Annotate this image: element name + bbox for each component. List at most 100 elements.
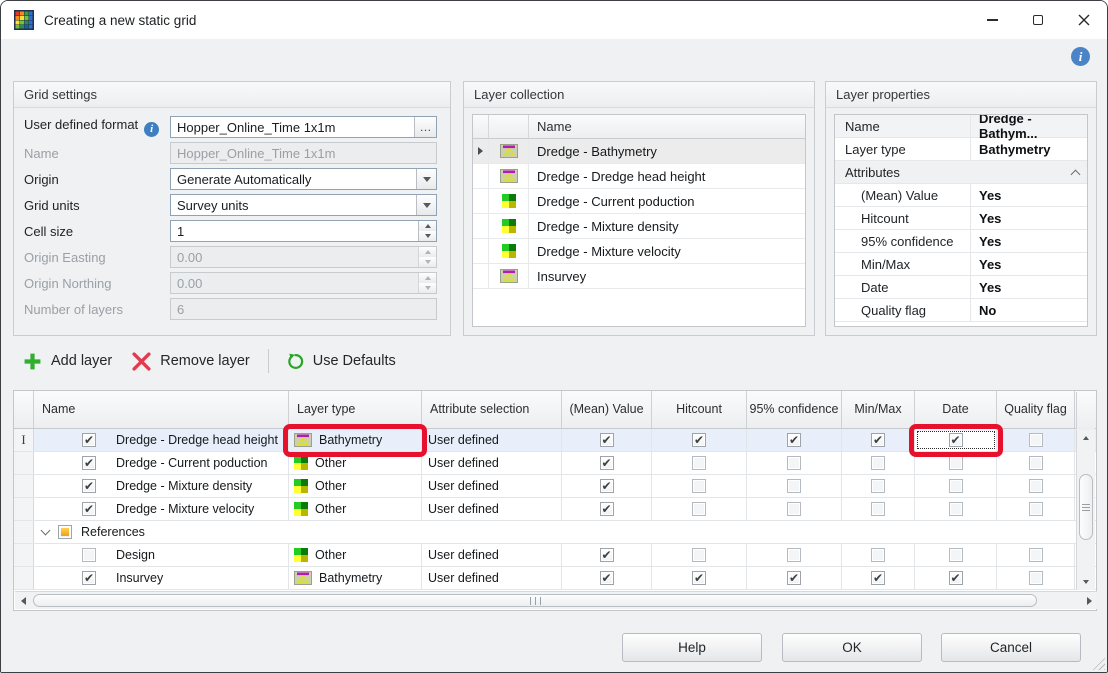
name-cell[interactable]: Design	[34, 544, 289, 566]
attr-checkbox-cell[interactable]: ✔	[562, 475, 652, 497]
checkbox-checked[interactable]: ✔	[82, 479, 96, 493]
checkbox-checked[interactable]: ✔	[949, 433, 963, 447]
attr-checkbox-cell[interactable]	[997, 567, 1075, 589]
table-row[interactable]: DesignOtherUser defined✔	[14, 544, 1096, 567]
attr-checkbox-cell[interactable]	[842, 452, 915, 474]
attr-checkbox-cell[interactable]: ✔	[562, 452, 652, 474]
attribute-selection-cell[interactable]: User defined	[422, 498, 562, 520]
cell-size-field[interactable]: 1	[170, 220, 437, 242]
field-info-icon[interactable]: i	[144, 122, 159, 137]
column-header-attribute-selection[interactable]: Attribute selection	[422, 391, 562, 428]
scroll-down-button[interactable]	[1077, 574, 1095, 590]
table-row[interactable]: References	[14, 521, 1096, 544]
attr-checkbox-cell[interactable]	[915, 498, 997, 520]
attr-checkbox-cell[interactable]	[652, 475, 747, 497]
scroll-up-button[interactable]	[1077, 430, 1095, 446]
attr-checkbox-cell[interactable]	[842, 498, 915, 520]
checkbox-checked[interactable]: ✔	[787, 433, 801, 447]
layer-collection-row[interactable]: Dredge - Mixture velocity	[473, 239, 805, 264]
info-icon[interactable]: i	[1071, 47, 1090, 66]
checkbox-partial[interactable]	[58, 525, 72, 539]
attr-checkbox-cell[interactable]	[915, 544, 997, 566]
minimize-button[interactable]	[969, 1, 1015, 39]
spin-down-button[interactable]	[419, 231, 436, 241]
name-cell[interactable]: ✔Dredge - Mixture velocity	[34, 498, 289, 520]
remove-layer-button[interactable]: Remove layer	[122, 348, 259, 375]
user-defined-format-field[interactable]: Hopper_Online_Time 1x1m…	[170, 116, 437, 138]
checkbox-checked[interactable]: ✔	[871, 571, 885, 585]
attr-checkbox-cell[interactable]	[652, 498, 747, 520]
checkbox-checked[interactable]: ✔	[600, 479, 614, 493]
checkbox-unchecked[interactable]	[1029, 479, 1043, 493]
group-row-cell[interactable]: References	[34, 521, 1075, 543]
scroll-right-button[interactable]	[1081, 592, 1097, 609]
property-category-row[interactable]: Attributes	[835, 161, 1087, 184]
column-header--mean-value[interactable]: (Mean) Value	[562, 391, 652, 428]
table-row[interactable]: ✔Dredge - Mixture densityOtherUser defin…	[14, 475, 1096, 498]
layer-collection-row[interactable]: Insurvey	[473, 264, 805, 289]
vertical-scrollbar[interactable]	[1076, 430, 1095, 590]
help-button[interactable]: Help	[622, 633, 762, 662]
attr-checkbox-cell[interactable]: ✔	[915, 567, 997, 589]
checkbox-checked[interactable]: ✔	[692, 433, 706, 447]
table-row[interactable]: ✔Dredge - Mixture velocityOtherUser defi…	[14, 498, 1096, 521]
checkbox-unchecked[interactable]	[787, 548, 801, 562]
spinner-buttons[interactable]	[418, 221, 436, 241]
horizontal-scrollbar[interactable]	[15, 591, 1097, 609]
checkbox-unchecked[interactable]	[871, 502, 885, 516]
origin-field[interactable]: Generate Automatically	[170, 168, 437, 190]
expander-button[interactable]	[42, 525, 49, 539]
property-row-95-confidence[interactable]: 95% confidenceYes	[835, 230, 1087, 253]
ok-button[interactable]: OK	[782, 633, 922, 662]
checkbox-checked[interactable]: ✔	[600, 433, 614, 447]
checkbox-unchecked[interactable]	[949, 456, 963, 470]
column-header-layer-type[interactable]: Layer type	[289, 391, 422, 428]
layer-type-cell[interactable]: Other	[289, 544, 422, 566]
property-row--mean-value[interactable]: (Mean) ValueYes	[835, 184, 1087, 207]
property-row-name[interactable]: NameDredge - Bathym...	[835, 115, 1087, 138]
property-row-date[interactable]: DateYes	[835, 276, 1087, 299]
name-cell[interactable]: ✔Dredge - Dredge head height	[34, 429, 289, 451]
add-layer-button[interactable]: Add layer	[13, 348, 122, 375]
checkbox-checked[interactable]: ✔	[600, 502, 614, 516]
layer-type-cell[interactable]: Other	[289, 498, 422, 520]
checkbox-unchecked[interactable]	[949, 548, 963, 562]
attr-checkbox-cell[interactable]	[915, 452, 997, 474]
checkbox-unchecked[interactable]	[787, 479, 801, 493]
column-header-hitcount[interactable]: Hitcount	[652, 391, 747, 428]
checkbox-checked[interactable]: ✔	[949, 571, 963, 585]
attr-checkbox-cell[interactable]: ✔	[562, 567, 652, 589]
layer-collection-row[interactable]: Dredge - Current poduction	[473, 189, 805, 214]
column-header-name[interactable]: Name	[34, 391, 289, 428]
attr-checkbox-cell[interactable]: ✔	[915, 429, 997, 451]
attr-checkbox-cell[interactable]: ✔	[652, 429, 747, 451]
column-header-quality-flag[interactable]: Quality flag	[997, 391, 1075, 428]
table-row[interactable]: ✔InsurveyBathymetryUser defined✔✔✔✔✔	[14, 567, 1096, 590]
attr-checkbox-cell[interactable]: ✔	[842, 567, 915, 589]
attr-checkbox-cell[interactable]	[997, 475, 1075, 497]
attribute-selection-cell[interactable]: User defined	[422, 544, 562, 566]
layer-type-cell[interactable]: Bathymetry	[289, 429, 422, 451]
attr-checkbox-cell[interactable]: ✔	[652, 567, 747, 589]
spin-up-button[interactable]	[419, 221, 436, 231]
name-cell[interactable]: ✔Dredge - Current poduction	[34, 452, 289, 474]
attr-checkbox-cell[interactable]	[652, 544, 747, 566]
column-header-95-confidence[interactable]: 95% confidence	[747, 391, 842, 428]
attr-checkbox-cell[interactable]	[747, 498, 842, 520]
attr-checkbox-cell[interactable]	[652, 452, 747, 474]
checkbox-unchecked[interactable]	[949, 479, 963, 493]
cancel-button[interactable]: Cancel	[941, 633, 1081, 662]
checkbox-unchecked[interactable]	[1029, 548, 1043, 562]
scroll-left-button[interactable]	[15, 592, 31, 609]
name-cell[interactable]: ✔Dredge - Mixture density	[34, 475, 289, 497]
dropdown-button[interactable]	[416, 195, 436, 215]
collapse-button[interactable]	[1063, 161, 1087, 183]
checkbox-unchecked[interactable]	[1029, 433, 1043, 447]
resize-grip[interactable]	[1091, 656, 1105, 670]
layer-collection-row[interactable]: Dredge - Mixture density	[473, 214, 805, 239]
attr-checkbox-cell[interactable]	[747, 544, 842, 566]
checkbox-checked[interactable]: ✔	[871, 433, 885, 447]
checkbox-unchecked[interactable]	[692, 479, 706, 493]
vertical-scrollbar-thumb[interactable]	[1079, 474, 1093, 540]
name-cell[interactable]: ✔Insurvey	[34, 567, 289, 589]
